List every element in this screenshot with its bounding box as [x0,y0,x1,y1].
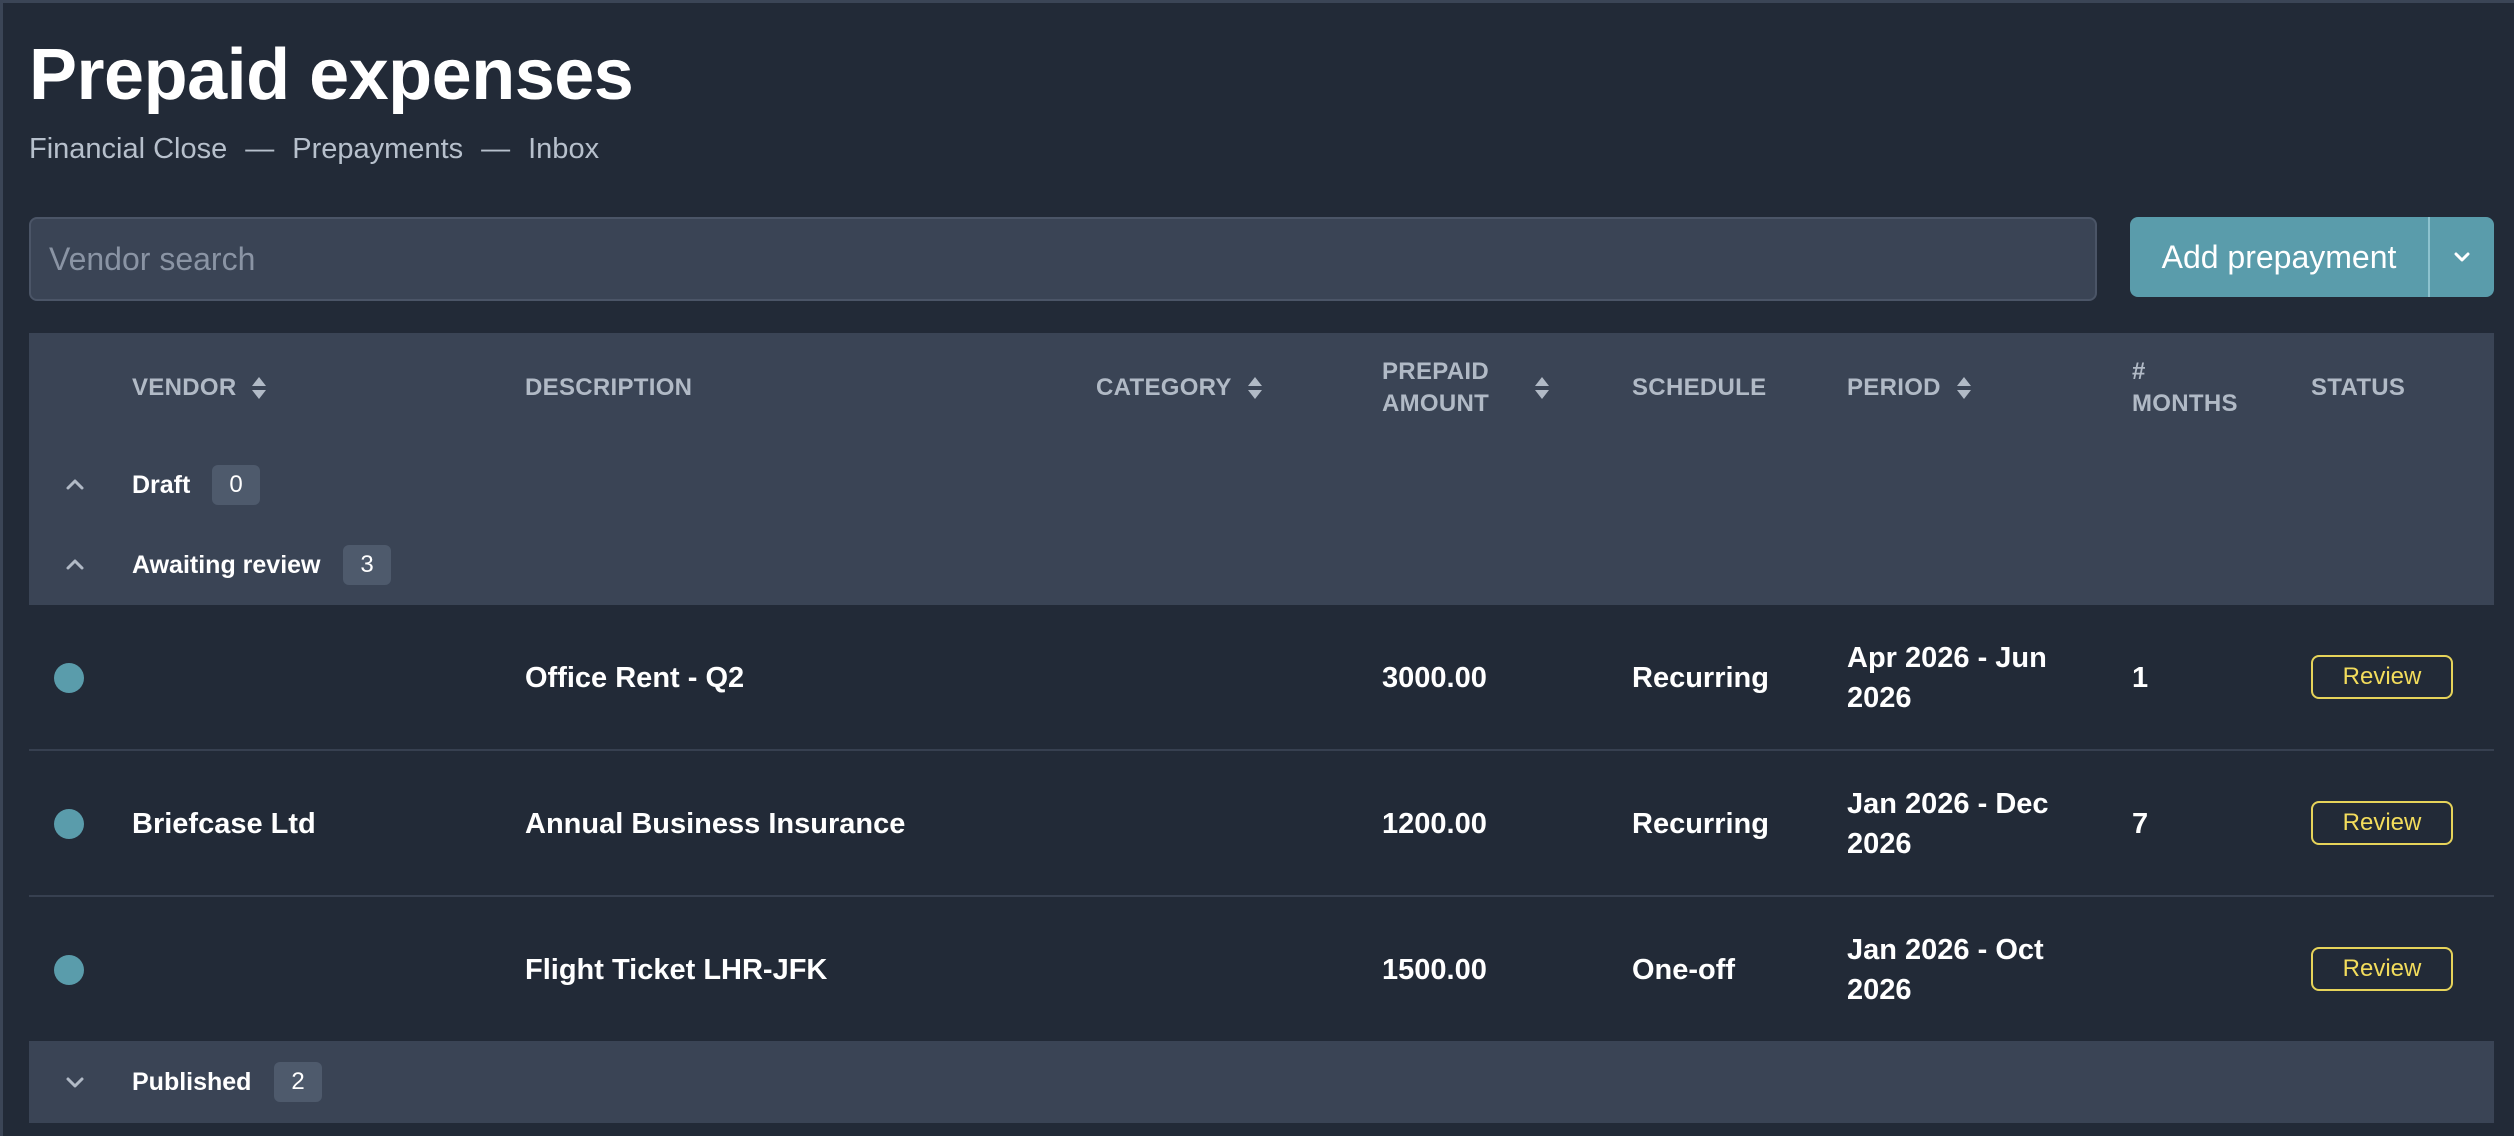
cell-months: 7 [2132,808,2149,840]
column-header-prepaid-amount[interactable]: PREPAID AMOUNT [1382,333,1551,443]
breadcrumb-separator: — [245,133,275,165]
cell-prepaid-amount: 3000.00 [1382,662,1487,694]
cell-description: Office Rent - Q2 [525,662,745,694]
cell-schedule: One-off [1632,954,1736,986]
review-button[interactable]: Review [2311,801,2453,845]
status-dot [54,955,84,985]
status-dot [54,663,84,693]
review-button[interactable]: Review [2311,655,2453,699]
column-header-label-line: AMOUNT [1382,390,1490,417]
cell-prepaid-amount: 1200.00 [1382,808,1487,840]
breadcrumb-item-prepayments[interactable]: Prepayments [292,131,463,167]
group-count-badge: 3 [343,545,391,585]
add-prepayment-dropdown-button[interactable] [2430,217,2494,297]
sort-icon [252,377,267,399]
column-header-label: PREPAID AMOUNT [1382,356,1489,420]
cell-period: Jan 2026 - Oct 2026 [1847,897,2044,1043]
breadcrumb-separator: — [481,133,511,165]
group-label: Awaiting review [132,550,321,579]
period-line: Jan 2026 - Dec [1847,788,2049,820]
table-row[interactable]: Office Rent - Q2 3000.00 Recurring Apr 2… [29,605,2494,751]
group-count-badge: 0 [212,465,260,505]
breadcrumb-item-inbox[interactable]: Inbox [528,131,599,167]
breadcrumb-item-financial-close[interactable]: Financial Close [29,131,227,167]
vendor-search-input[interactable] [29,217,2097,301]
column-header-label: # MONTHS [2132,356,2238,420]
table-row[interactable]: Flight Ticket LHR-JFK 1500.00 One-off Ja… [29,897,2494,1043]
chevron-up-icon[interactable] [63,473,87,497]
column-header-label: CATEGORY [1096,374,1232,401]
cell-schedule: Recurring [1632,808,1769,840]
cell-prepaid-amount: 1500.00 [1382,954,1487,986]
chevron-down-icon[interactable] [63,1070,87,1094]
add-prepayment-button[interactable]: Add prepayment [2130,217,2428,297]
status-dot [54,809,84,839]
cell-period: Jan 2026 - Dec 2026 [1847,751,2049,897]
prepayments-table: VENDOR DESCRIPTION CATEGORY PREPAID AMOU… [29,333,2494,1123]
column-header-label: PERIOD [1847,374,1941,401]
table-header: VENDOR DESCRIPTION CATEGORY PREPAID AMOU… [29,333,2494,605]
group-label: Published [132,1067,252,1096]
period-line: 2026 [1847,682,1912,714]
column-header-label-line: MONTHS [2132,390,2238,417]
app-window: Prepaid expenses Financial Close — Prepa… [0,0,2514,1136]
page-title: Prepaid expenses [29,35,634,115]
column-header-label: STATUS [2311,374,2406,401]
group-label: Draft [132,470,191,499]
cell-vendor: Briefcase Ltd [132,808,316,840]
sort-icon [1535,377,1550,399]
column-header-description: DESCRIPTION [525,333,692,443]
period-line: 2026 [1847,974,1912,1006]
group-row-awaiting-review[interactable]: Awaiting review 3 [29,525,2494,605]
period-line: Apr 2026 - Jun [1847,642,2047,674]
column-header-label: SCHEDULE [1632,374,1767,401]
group-row-published[interactable]: Published 2 [29,1041,2494,1123]
column-header-label-line: # [2132,358,2146,385]
review-button[interactable]: Review [2311,947,2453,991]
cell-description: Annual Business Insurance [525,808,906,840]
column-header-category[interactable]: CATEGORY [1096,333,1264,443]
group-row-inner: Published 2 [29,1042,2494,1122]
column-header-label: VENDOR [132,374,237,401]
cell-schedule: Recurring [1632,662,1769,694]
group-row-draft[interactable]: Draft 0 [29,445,2494,525]
add-prepayment-split-button: Add prepayment [2130,217,2494,297]
column-header-vendor[interactable]: VENDOR [132,333,268,443]
cell-period: Apr 2026 - Jun 2026 [1847,605,2047,751]
column-header-label: DESCRIPTION [525,374,693,401]
group-count-badge: 2 [274,1062,322,1102]
chevron-up-icon[interactable] [63,553,87,577]
column-header-months: # MONTHS [2132,333,2238,443]
sort-icon [1247,377,1262,399]
period-line: Jan 2026 - Oct [1847,934,2044,966]
column-header-status: STATUS [2311,333,2405,443]
breadcrumb: Financial Close — Prepayments — Inbox [29,131,599,167]
cell-months: 1 [2132,662,2149,694]
column-header-period[interactable]: PERIOD [1847,333,1973,443]
cell-description: Flight Ticket LHR-JFK [525,954,828,986]
period-line: 2026 [1847,828,1912,860]
column-header-schedule: SCHEDULE [1632,333,1766,443]
column-header-label-line: PREPAID [1382,358,1490,385]
chevron-down-icon [2454,252,2470,262]
sort-icon [1956,377,1971,399]
table-row[interactable]: Briefcase Ltd Annual Business Insurance … [29,751,2494,897]
